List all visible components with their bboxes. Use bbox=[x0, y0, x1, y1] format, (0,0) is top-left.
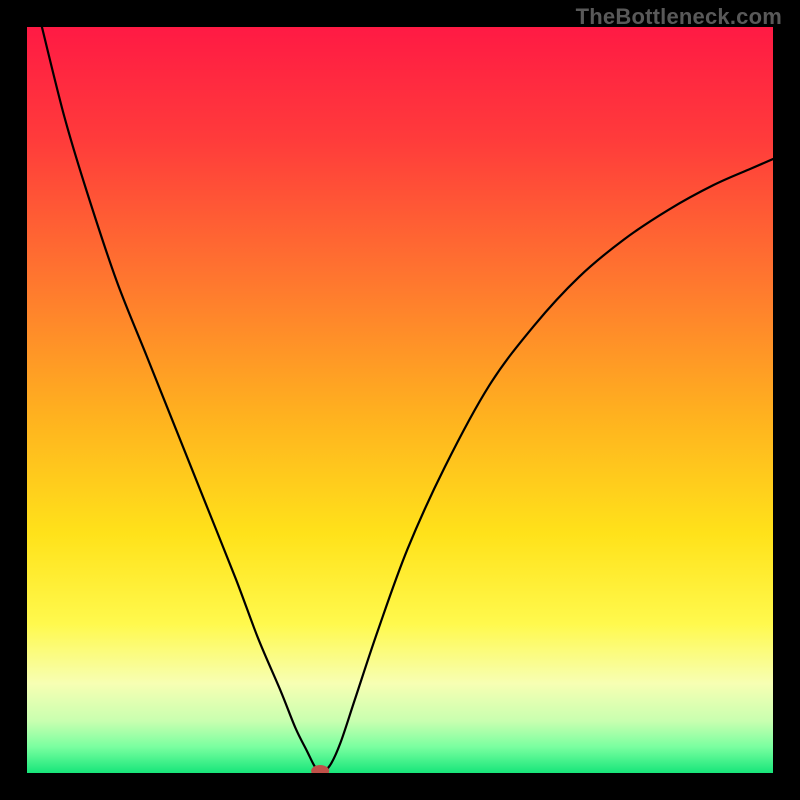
gradient-background bbox=[27, 27, 773, 773]
watermark-text: TheBottleneck.com bbox=[576, 4, 782, 30]
chart-frame: TheBottleneck.com bbox=[0, 0, 800, 800]
chart-svg bbox=[27, 27, 773, 773]
plot-area bbox=[27, 27, 773, 773]
